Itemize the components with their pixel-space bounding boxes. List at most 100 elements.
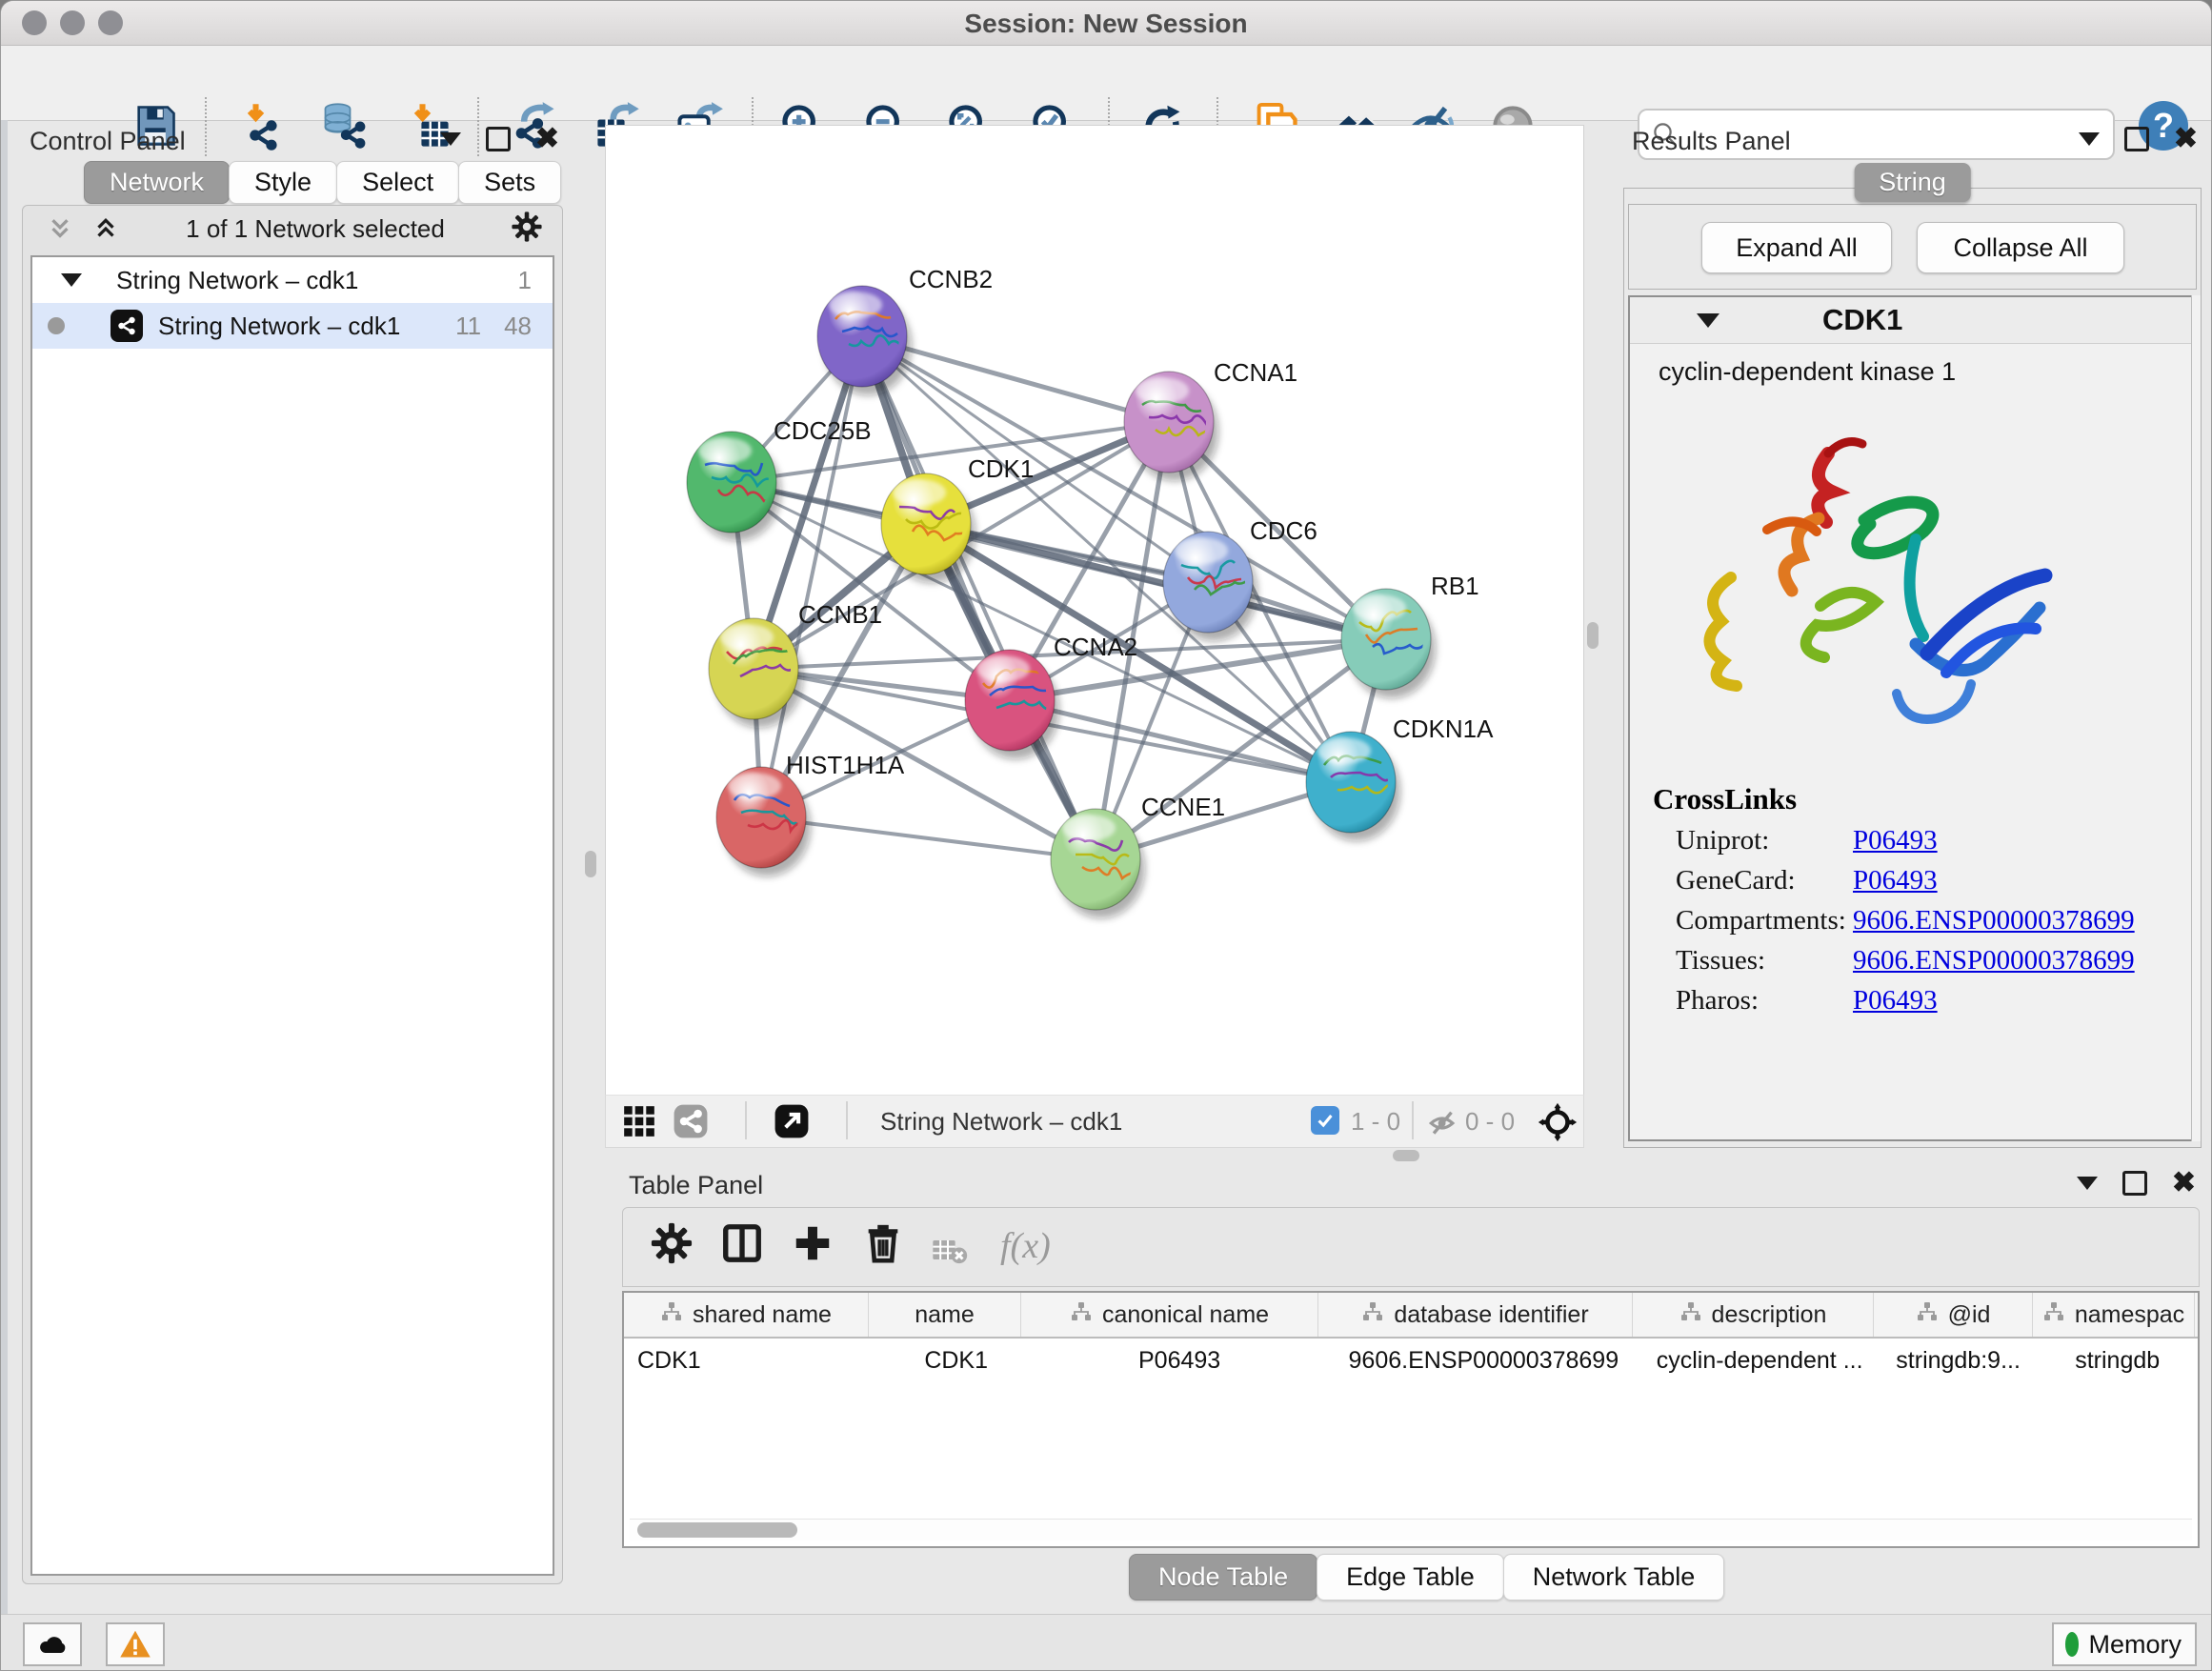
splitter-handle[interactable] xyxy=(1587,622,1599,649)
footer-separator xyxy=(846,1101,848,1139)
delete-column-trash-icon[interactable] xyxy=(861,1221,911,1271)
crosslink-value-link[interactable]: 9606.ENSP00000378699 xyxy=(1853,945,2135,976)
tab-style[interactable]: Style xyxy=(229,161,337,204)
network-edge-CCNB2-HIST1H1A[interactable] xyxy=(761,336,862,817)
network-node-RB1[interactable]: RB1 xyxy=(1341,572,1479,698)
tab-network-table[interactable]: Network Table xyxy=(1503,1554,1725,1601)
crosslink-value-link[interactable]: P06493 xyxy=(1853,865,1938,896)
network-node-CDK1[interactable]: CDK1 xyxy=(881,454,1034,583)
warnings-button[interactable] xyxy=(106,1622,165,1666)
tab-network[interactable]: Network xyxy=(84,161,230,204)
hidden-eye-slash-icon[interactable] xyxy=(1427,1107,1459,1144)
network-view-title: String Network – cdk1 xyxy=(880,1107,1122,1137)
column-header-database-identifier[interactable]: database identifier xyxy=(1318,1293,1633,1337)
network-column-icon xyxy=(1916,1300,1939,1330)
network-canvas[interactable]: CCNB2CCNA1CDC25BCDK1CDC6RB1CCNB1CCNA2CDK… xyxy=(605,125,1584,1097)
collection-expand-arrow-icon[interactable] xyxy=(61,273,82,287)
column-header-shared-name[interactable]: shared name xyxy=(624,1293,869,1337)
expand-all-button[interactable]: Expand All xyxy=(1701,222,1892,273)
column-header-description[interactable]: description xyxy=(1633,1293,1874,1337)
open-in-new-window-icon[interactable] xyxy=(774,1103,810,1144)
network-row[interactable]: String Network – cdk1 11 48 xyxy=(32,303,553,349)
network-node-CCNE1[interactable]: CCNE1 xyxy=(1051,793,1225,918)
create-column-plus-icon[interactable] xyxy=(791,1221,840,1271)
network-edge-CCNB2-CCNE1[interactable] xyxy=(862,336,1096,859)
tab-node-table[interactable]: Node Table xyxy=(1129,1554,1317,1601)
maximize-panel-icon[interactable] xyxy=(2124,127,2149,151)
close-panel-icon[interactable]: ✖ xyxy=(2174,127,2198,151)
table-cell[interactable]: cyclin-dependent ... xyxy=(1639,1339,1879,1382)
splitter-handle[interactable] xyxy=(1393,1150,1419,1161)
hidden-counts: 0 - 0 xyxy=(1465,1107,1515,1137)
network-edge-HIST1H1A-CCNE1[interactable] xyxy=(761,817,1096,859)
network-type-icon xyxy=(111,310,143,342)
crosslink-label: Tissues: xyxy=(1676,945,1853,976)
float-panel-icon[interactable] xyxy=(2079,132,2100,146)
table-cell[interactable]: CDK1 xyxy=(624,1339,880,1382)
column-header-label: namespac xyxy=(2075,1301,2184,1329)
scrollbar-thumb[interactable] xyxy=(637,1522,797,1538)
show-columns-icon[interactable] xyxy=(720,1221,770,1271)
crosslinks-title: CrossLinks xyxy=(1653,782,2195,816)
title-bar: Session: New Session xyxy=(1,1,2211,46)
collapse-all-networks-icon[interactable] xyxy=(46,214,74,243)
table-horizontal-scrollbar[interactable] xyxy=(630,1519,2192,1540)
crosslink-label: GeneCard: xyxy=(1676,865,1853,896)
table-cell[interactable]: P06493 xyxy=(1032,1339,1327,1382)
expand-all-networks-icon[interactable] xyxy=(91,214,120,243)
network-view-share-icon[interactable] xyxy=(673,1103,709,1144)
node-label-CCNE1: CCNE1 xyxy=(1141,793,1225,821)
maximize-panel-icon[interactable] xyxy=(486,127,511,151)
network-options-gear-icon[interactable] xyxy=(511,211,543,248)
crosslink-value-link[interactable]: P06493 xyxy=(1853,825,1938,856)
results-scrollbar[interactable] xyxy=(2191,295,2201,1141)
network-edge-count: 48 xyxy=(504,312,532,341)
table-options-gear-icon[interactable] xyxy=(650,1221,699,1271)
memory-status-dot-icon xyxy=(2065,1632,2079,1657)
collapse-all-button[interactable]: Collapse All xyxy=(1917,222,2124,273)
collapse-card-arrow-icon[interactable] xyxy=(1697,313,1719,328)
table-row[interactable]: CDK1CDK1P064939606.ENSP00000378699cyclin… xyxy=(624,1339,2198,1382)
footer-separator xyxy=(1412,1101,1414,1139)
float-panel-icon[interactable] xyxy=(2077,1177,2098,1190)
network-column-icon xyxy=(1070,1300,1093,1330)
table-tabs: Node TableEdge TableNetwork Table xyxy=(1130,1554,1724,1601)
column-header-namespac[interactable]: namespac xyxy=(2033,1293,2195,1337)
collection-count: 1 xyxy=(518,266,532,295)
crosslink-label: Pharos: xyxy=(1676,985,1853,1017)
tab-select[interactable]: Select xyxy=(336,161,459,204)
column-header--id[interactable]: @id xyxy=(1874,1293,2033,1337)
footer-separator xyxy=(745,1101,747,1139)
tab-sets[interactable]: Sets xyxy=(458,161,561,204)
table-cell[interactable]: stringdb:9... xyxy=(1880,1339,2038,1382)
column-header-label: description xyxy=(1712,1301,1827,1329)
tab-string[interactable]: String xyxy=(1854,163,1971,202)
network-node-CDKN1A[interactable]: CDKN1A xyxy=(1306,715,1494,841)
maximize-panel-icon[interactable] xyxy=(2122,1171,2147,1196)
close-panel-icon[interactable]: ✖ xyxy=(535,127,559,151)
grid-view-icon[interactable] xyxy=(621,1103,657,1144)
float-panel-icon[interactable] xyxy=(440,132,461,146)
table-cell[interactable]: CDK1 xyxy=(880,1339,1032,1382)
birds-eye-view-icon[interactable] xyxy=(1538,1102,1578,1147)
selected-checkbox-icon[interactable] xyxy=(1311,1106,1339,1135)
network-node-CDC25B[interactable]: CDC25B xyxy=(687,416,872,541)
network-node-CDC6[interactable]: CDC6 xyxy=(1163,516,1317,641)
cloud-status-button[interactable] xyxy=(23,1622,82,1666)
network-node-HIST1H1A[interactable]: HIST1H1A xyxy=(716,751,905,876)
node-result-header[interactable]: CDK1 xyxy=(1630,297,2195,344)
crosslink-value-link[interactable]: 9606.ENSP00000378699 xyxy=(1853,905,2135,936)
table-cell[interactable]: stringdb xyxy=(2037,1339,2198,1382)
splitter-handle[interactable] xyxy=(585,851,596,877)
memory-button[interactable]: Memory xyxy=(2052,1622,2197,1666)
column-header-canonical-name[interactable]: canonical name xyxy=(1021,1293,1318,1337)
tab-edge-table[interactable]: Edge Table xyxy=(1317,1554,1504,1601)
network-collection-row[interactable]: String Network – cdk1 1 xyxy=(32,257,553,303)
network-node-count: 11 xyxy=(455,312,481,341)
screen-edge-strip xyxy=(1,120,8,1670)
column-header-name[interactable]: name xyxy=(869,1293,1021,1337)
crosslink-value-link[interactable]: P06493 xyxy=(1853,985,1938,1017)
crosslinks-list: Uniprot:P06493GeneCard:P06493Compartment… xyxy=(1630,825,2195,1017)
close-panel-icon[interactable]: ✖ xyxy=(2172,1171,2196,1196)
table-cell[interactable]: 9606.ENSP00000378699 xyxy=(1327,1339,1639,1382)
